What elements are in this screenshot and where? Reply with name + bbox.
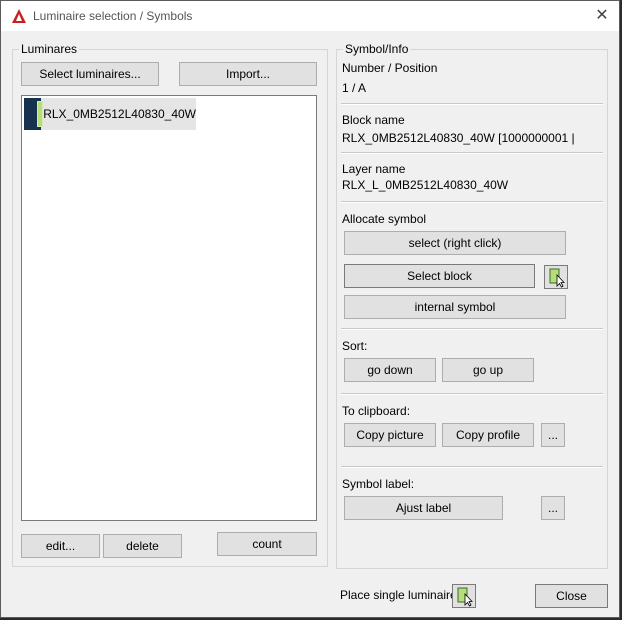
go-up-button[interactable]: go up — [442, 358, 534, 382]
select-luminaires-button[interactable]: Select luminaires... — [21, 62, 159, 86]
symbol-label-label: Symbol label: — [342, 477, 415, 491]
pick-cursor-icon — [457, 587, 473, 607]
close-window-icon[interactable]: ✕ — [591, 5, 613, 27]
select-right-click-button[interactable]: select (right click) — [344, 231, 566, 255]
block-name-label: Block name — [342, 113, 405, 127]
divider — [341, 466, 603, 468]
number-position-value: 1 / A — [342, 81, 367, 95]
select-block-button[interactable]: Select block — [344, 264, 535, 288]
delete-button[interactable]: delete — [103, 534, 182, 558]
dialog-window: Luminaire selection / Symbols ✕ Luminare… — [0, 0, 620, 618]
number-position-label: Number / Position — [342, 61, 438, 75]
pick-cursor-icon — [549, 268, 565, 288]
window-title: Luminaire selection / Symbols — [33, 9, 193, 23]
list-item-label: RLX_0MB2512L40830_40W — [43, 107, 196, 121]
block-name-value: RLX_0MB2512L40830_40W [1000000001 | — [342, 131, 575, 145]
divider — [341, 393, 603, 395]
pick-block-button[interactable] — [544, 265, 568, 289]
divider — [341, 328, 603, 330]
count-button[interactable]: count — [217, 532, 317, 556]
import-button[interactable]: Import... — [179, 62, 317, 86]
luminaire-list[interactable]: RLX_0MB2512L40830_40W — [21, 95, 317, 521]
copy-profile-button[interactable]: Copy profile — [442, 423, 534, 447]
edit-button[interactable]: edit... — [21, 534, 100, 558]
title-bar[interactable]: Luminaire selection / Symbols ✕ — [1, 1, 619, 31]
divider — [341, 152, 603, 154]
ajust-label-button[interactable]: Ajust label — [344, 496, 503, 520]
copy-picture-button[interactable]: Copy picture — [344, 423, 436, 447]
autocad-app-icon — [12, 9, 26, 23]
place-single-luminaire-label: Place single luminaire — [340, 588, 457, 602]
list-item[interactable]: RLX_0MB2512L40830_40W — [24, 98, 196, 130]
divider — [341, 103, 603, 105]
luminaires-group-title: Luminares — [19, 42, 80, 56]
go-down-button[interactable]: go down — [344, 358, 436, 382]
layer-name-value: RLX_L_0MB2512L40830_40W — [342, 178, 509, 192]
close-button[interactable]: Close — [535, 584, 608, 608]
luminaire-icon — [24, 98, 43, 130]
divider — [341, 201, 603, 203]
to-clipboard-label: To clipboard: — [342, 404, 411, 418]
symbol-info-group-title: Symbol/Info — [343, 42, 411, 56]
label-options-button[interactable]: ... — [541, 496, 565, 520]
layer-name-label: Layer name — [342, 162, 406, 176]
allocate-symbol-label: Allocate symbol — [342, 212, 427, 226]
place-single-luminaire-button[interactable] — [452, 584, 476, 608]
sort-label: Sort: — [342, 339, 368, 353]
clipboard-options-button[interactable]: ... — [541, 423, 565, 447]
internal-symbol-button[interactable]: internal symbol — [344, 295, 566, 319]
